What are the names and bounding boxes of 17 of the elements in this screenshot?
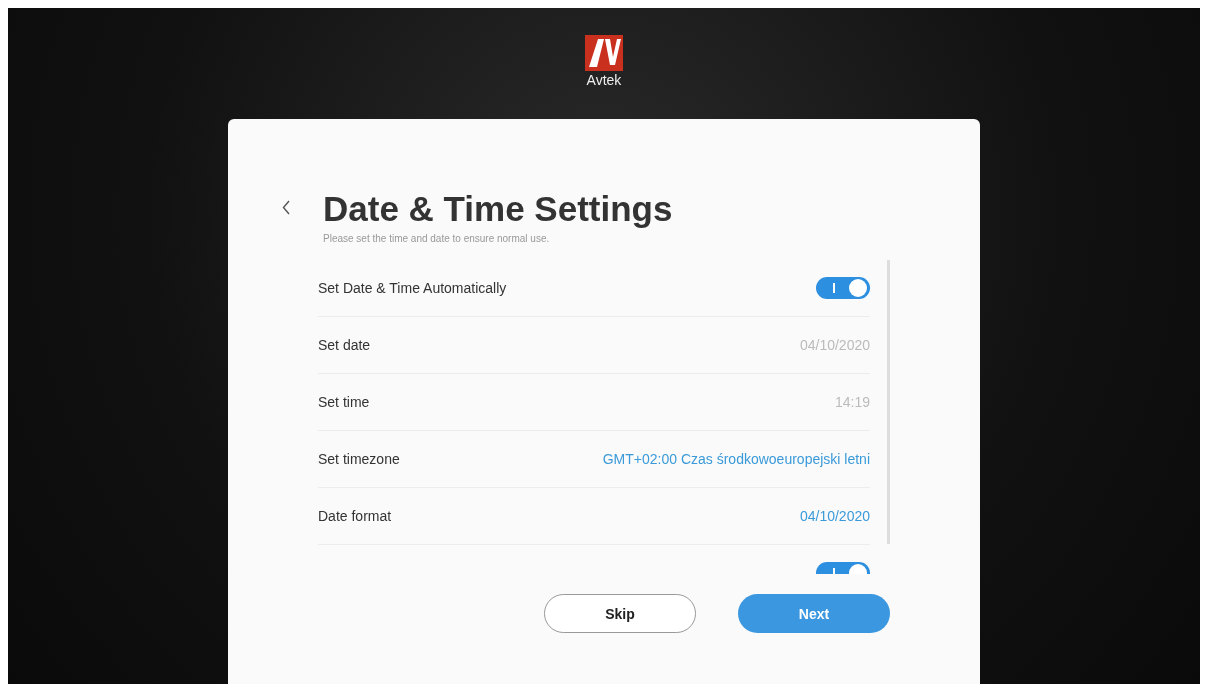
setting-value: 14:19 [834,394,870,410]
toggle-switch[interactable] [816,277,870,299]
page-subtitle: Please set the time and date to ensure normal use. [323,233,551,244]
setting-value[interactable]: 04/10/2020 [799,508,870,524]
setting-value[interactable]: GMT+02:00 Czas środkowoeuropejski letni [602,451,870,467]
setting-label: Set timezone [318,451,400,467]
setting-value: 04/10/2020 [799,337,870,353]
logo-text: Avtek [586,72,622,88]
setting-label: Date format [318,508,392,524]
page-title: Date & Time Settings [323,189,673,229]
back-chevron-icon[interactable] [282,200,291,215]
logo-icon [585,35,623,71]
next-button[interactable]: Next [738,594,890,633]
setting-label: Set date [318,337,371,353]
skip-button[interactable]: Skip [544,594,696,633]
setting-label: Set time [318,394,370,410]
setting-label: Set Date & Time Automatically [318,280,507,296]
